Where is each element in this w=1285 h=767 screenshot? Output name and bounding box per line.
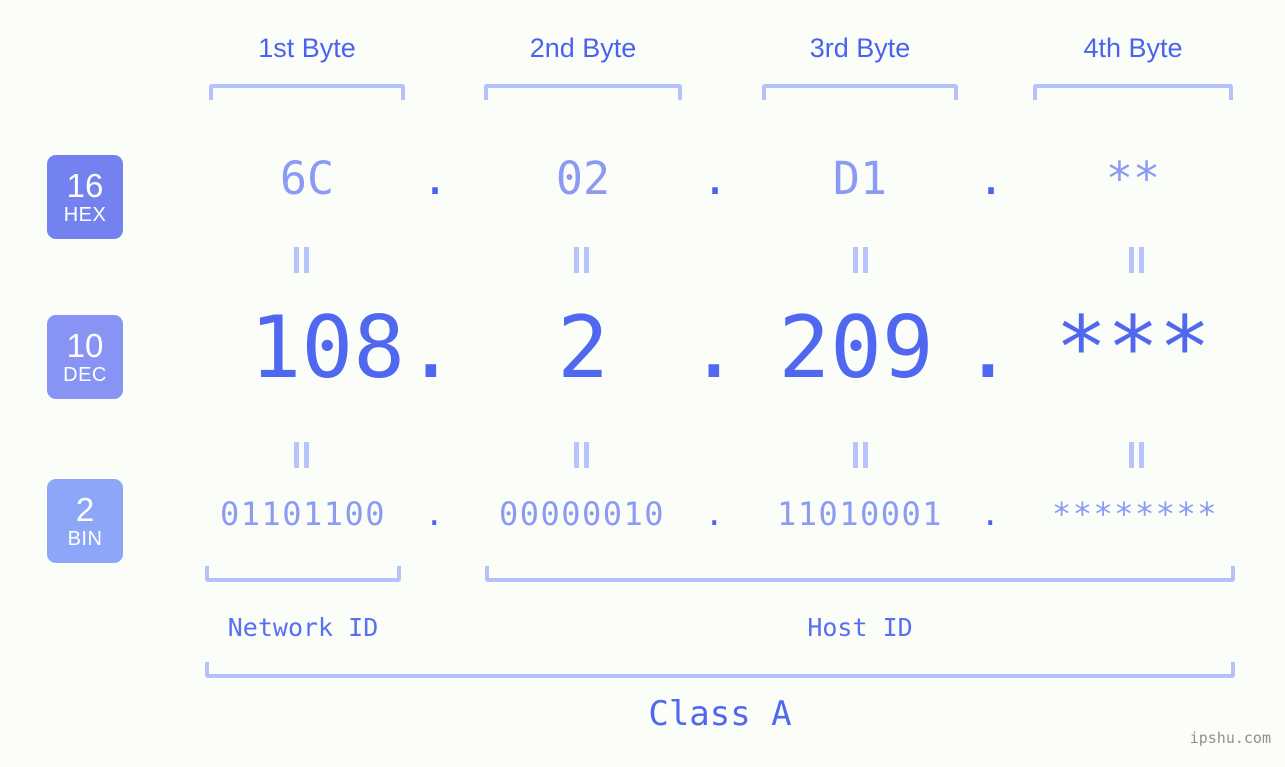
base-badge-hex: 16 HEX: [47, 155, 123, 239]
bin-byte-4: ********: [1051, 495, 1219, 533]
hex-byte-1: 6C: [279, 152, 335, 205]
dec-separator-1: .: [405, 298, 457, 398]
base-badge-dec-number: 10: [66, 327, 104, 364]
equals-icon-dec-bin-4: [1128, 442, 1146, 468]
byte-header-4: 4th Byte: [1083, 33, 1183, 63]
base-badge-bin-label: BIN: [67, 528, 103, 550]
dec-byte-4: ***: [1055, 298, 1211, 398]
site-watermark: ipshu.com: [1189, 729, 1271, 747]
base-badge-hex-label: HEX: [63, 204, 107, 226]
byte-header-2: 2nd Byte: [529, 33, 637, 63]
network-id-bracket: [205, 566, 401, 582]
network-id-label: Network ID: [227, 613, 379, 642]
ip-byte-breakdown-diagram: 1st Byte 2nd Byte 3rd Byte 4th Byte 16 H…: [0, 0, 1285, 767]
hex-byte-3: D1: [832, 152, 888, 205]
bin-byte-3: 11010001: [776, 495, 944, 533]
base-badge-dec-label: DEC: [63, 364, 107, 386]
base-badge-bin: 2 BIN: [47, 479, 123, 563]
equals-icon-dec-bin-2: [573, 442, 591, 468]
equals-icon-dec-bin-1: [293, 442, 311, 468]
bin-separator-3: .: [980, 495, 1002, 533]
hex-byte-4: **: [1105, 152, 1161, 205]
hex-separator-1: .: [421, 152, 449, 205]
equals-icon-hex-dec-1: [293, 247, 311, 273]
byte-header-3: 3rd Byte: [809, 33, 911, 63]
equals-icon-hex-dec-3: [852, 247, 870, 273]
bin-byte-2: 00000010: [498, 495, 666, 533]
host-id-bracket: [485, 566, 1235, 582]
base-badge-hex-number: 16: [66, 167, 104, 204]
dec-byte-1: 108: [249, 298, 405, 398]
dec-byte-3: 209: [778, 298, 934, 398]
byte-header-1: 1st Byte: [258, 33, 356, 63]
hex-separator-2: .: [701, 152, 729, 205]
equals-icon-dec-bin-3: [852, 442, 870, 468]
class-label: Class A: [648, 694, 792, 734]
hex-byte-2: 02: [555, 152, 611, 205]
base-badge-bin-number: 2: [75, 491, 95, 528]
class-bracket: [205, 662, 1235, 678]
dec-separator-3: .: [962, 298, 1014, 398]
hex-separator-3: .: [977, 152, 1005, 205]
bin-byte-1: 01101100: [219, 495, 387, 533]
bin-separator-2: .: [704, 495, 726, 533]
byte-bracket-3: [762, 84, 958, 100]
byte-bracket-1: [209, 84, 405, 100]
dec-byte-2: 2: [557, 298, 609, 398]
host-id-label: Host ID: [807, 613, 913, 642]
byte-bracket-2: [484, 84, 682, 100]
equals-icon-hex-dec-2: [573, 247, 591, 273]
dec-separator-2: .: [688, 298, 740, 398]
bin-separator-1: .: [424, 495, 446, 533]
byte-bracket-4: [1033, 84, 1233, 100]
equals-icon-hex-dec-4: [1128, 247, 1146, 273]
base-badge-dec: 10 DEC: [47, 315, 123, 399]
